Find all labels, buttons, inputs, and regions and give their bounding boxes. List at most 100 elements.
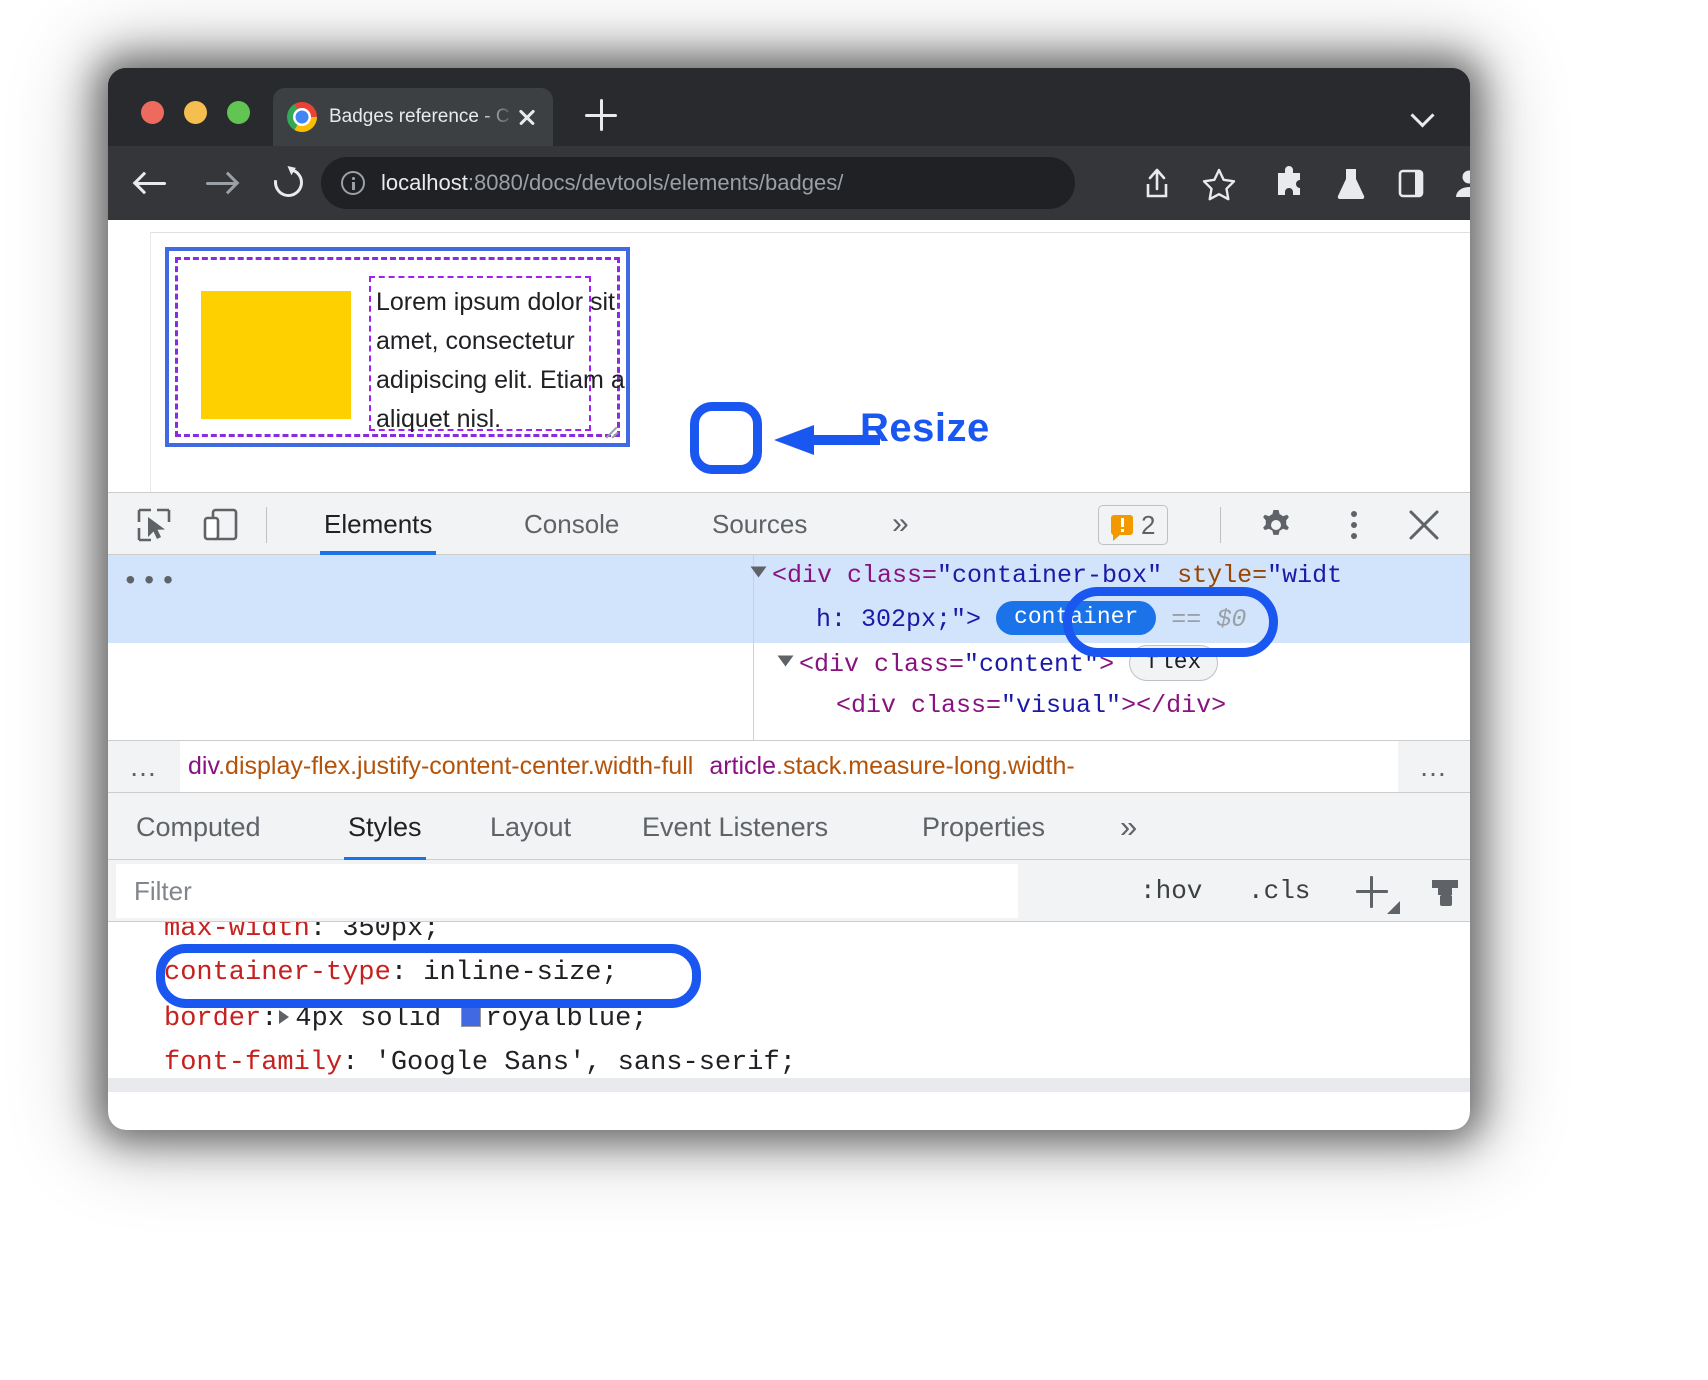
tab-event-listeners-label: Event Listeners xyxy=(642,812,828,843)
tab-console[interactable]: Console xyxy=(520,493,623,555)
inspect-element-icon[interactable] xyxy=(134,505,174,545)
kebab-menu-icon[interactable] xyxy=(1334,505,1374,545)
reload-icon[interactable] xyxy=(268,162,310,204)
more-tabs-label: » xyxy=(892,507,909,541)
toolbar-divider xyxy=(266,507,267,543)
device-toolbar-icon[interactable] xyxy=(200,505,240,545)
filter-input[interactable]: Filter xyxy=(116,864,1018,918)
window-controls xyxy=(141,101,250,124)
dom-gt: > xyxy=(1121,691,1136,720)
tab-layout[interactable]: Layout xyxy=(486,793,575,861)
maximize-window-button[interactable] xyxy=(227,101,250,124)
css-prop-max-width[interactable]: max-width xyxy=(164,922,310,944)
share-icon[interactable] xyxy=(1136,162,1178,204)
flask-icon[interactable] xyxy=(1330,162,1372,204)
css-prop-font-family[interactable]: font-family xyxy=(164,1048,342,1078)
site-info-icon[interactable] xyxy=(341,171,365,195)
dom-equals: == xyxy=(1171,605,1201,634)
css-value-font-family[interactable]: 'Google Sans', sans-serif; xyxy=(375,1048,796,1078)
close-window-button[interactable] xyxy=(141,101,164,124)
tab-console-label: Console xyxy=(524,509,619,540)
resize-handle[interactable] xyxy=(602,421,622,441)
back-arrow-icon[interactable] xyxy=(130,162,172,204)
dom-line-2[interactable]: h: 302px;"> container == $0 xyxy=(816,601,1246,635)
css-declaration-border[interactable]: border:4px solid royalblue; xyxy=(164,1004,647,1034)
css-declaration-font-family[interactable]: font-family: 'Google Sans', sans-serif; xyxy=(164,1048,796,1078)
plus-icon[interactable] xyxy=(1352,871,1394,913)
css-prop-border[interactable]: border xyxy=(164,1004,261,1034)
devtools-toolbar: Elements Console Sources » 2 xyxy=(108,493,1470,555)
container-box-element[interactable]: Lorem ipsum dolor sit amet, consectetur … xyxy=(165,247,630,447)
styles-more-tabs-icon[interactable]: » xyxy=(1116,793,1141,861)
expand-triangle-icon[interactable] xyxy=(279,1010,289,1024)
profile-icon[interactable] xyxy=(1448,162,1470,204)
badge-container[interactable]: container xyxy=(996,601,1156,635)
cls-label: .cls xyxy=(1248,876,1310,906)
new-style-rule-icon[interactable] xyxy=(1424,871,1466,913)
extensions-icon[interactable] xyxy=(1268,162,1310,204)
warning-badge[interactable]: 2 xyxy=(1098,505,1168,545)
css-value-container-type[interactable]: inline-size; xyxy=(423,958,617,988)
new-tab-button[interactable] xyxy=(580,94,622,136)
gear-icon[interactable] xyxy=(1256,505,1296,545)
devtools-panel: Elements Console Sources » 2 xyxy=(108,492,1470,1130)
side-panel-icon[interactable] xyxy=(1390,162,1432,204)
tab-computed[interactable]: Computed xyxy=(132,793,265,861)
page-viewport: Lorem ipsum dolor sit amet, consectetur … xyxy=(108,220,1470,492)
breadcrumb-item-div[interactable]: div.display-flex.justify-content-center.… xyxy=(180,752,701,781)
breadcrumb-overflow-right[interactable]: … xyxy=(1398,741,1470,792)
lorem-text: Lorem ipsum dolor sit amet, consectetur … xyxy=(376,283,676,439)
star-icon[interactable] xyxy=(1198,162,1240,204)
minimize-window-button[interactable] xyxy=(184,101,207,124)
page-left-rule xyxy=(150,232,151,492)
dom-attr-class: "container-box" xyxy=(937,561,1162,590)
breadcrumb-node-article: article xyxy=(709,752,776,780)
warning-icon xyxy=(1111,515,1133,535)
browser-tab[interactable]: Badges reference - Chrome De xyxy=(273,88,553,146)
page-divider xyxy=(150,232,1470,233)
filter-placeholder: Filter xyxy=(134,876,192,907)
css-value-max-width[interactable]: 350px; xyxy=(342,922,439,944)
chevron-down-icon[interactable] xyxy=(1408,96,1442,130)
address-bar[interactable]: localhost:8080/docs/devtools/elements/ba… xyxy=(321,157,1075,209)
close-icon[interactable] xyxy=(1404,505,1444,545)
dom-tag-open: <div class= xyxy=(772,561,937,590)
dom-tag-close: </div> xyxy=(1136,691,1226,720)
more-tabs-icon[interactable]: » xyxy=(888,493,913,555)
tab-sources[interactable]: Sources xyxy=(708,493,811,555)
expand-triangle-icon[interactable] xyxy=(751,567,767,578)
css-prop-container-type[interactable]: container-type xyxy=(164,958,391,988)
dom-tree: ••• <div class="container-box" style="wi… xyxy=(108,555,1470,740)
tab-event-listeners[interactable]: Event Listeners xyxy=(638,793,832,861)
styles-more-tabs-label: » xyxy=(1120,809,1137,845)
badge-flex[interactable]: flex xyxy=(1129,645,1218,681)
tab-title: Badges reference - Chrome De xyxy=(329,106,511,128)
forward-arrow-icon[interactable] xyxy=(200,162,242,204)
dom-attr-class-2: "content" xyxy=(964,650,1099,679)
dom-console-ref: $0 xyxy=(1216,605,1246,634)
close-icon[interactable] xyxy=(515,105,539,129)
tab-styles[interactable]: Styles xyxy=(344,793,426,861)
css-declaration-container-type[interactable]: container-type: inline-size; xyxy=(164,958,618,988)
tab-sources-label: Sources xyxy=(712,509,807,540)
tab-layout-label: Layout xyxy=(490,812,571,843)
dom-line-1[interactable]: <div class="container-box" style="widt xyxy=(753,561,1342,590)
breadcrumb-overflow-left[interactable]: … xyxy=(108,741,180,792)
dom-close-bracket: > xyxy=(1099,650,1114,679)
color-swatch[interactable] xyxy=(461,1007,481,1027)
breadcrumb-item-article[interactable]: article.stack.measure-long.width- xyxy=(701,752,1082,781)
screenshot-root: Badges reference - Chrome De lo xyxy=(0,0,1708,1380)
cls-button[interactable]: .cls xyxy=(1248,860,1310,922)
dom-line-4[interactable]: <div class="visual"></div> xyxy=(836,691,1226,720)
tab-elements[interactable]: Elements xyxy=(320,493,436,555)
css-declaration-max-width[interactable]: max-width: 350px; xyxy=(164,922,439,944)
hov-button[interactable]: :hov xyxy=(1140,860,1202,922)
warning-count: 2 xyxy=(1141,510,1155,541)
dom-style-continued: h: 302px;"> xyxy=(816,605,981,634)
url-path: :8080/docs/devtools/elements/badges/ xyxy=(468,170,843,195)
dom-ellipsis[interactable]: ••• xyxy=(122,567,178,598)
css-value-border-post[interactable]: royalblue; xyxy=(485,1004,647,1034)
expand-triangle-icon[interactable] xyxy=(778,656,794,667)
dom-line-3[interactable]: <div class="content"> flex xyxy=(780,645,1218,681)
tab-properties[interactable]: Properties xyxy=(918,793,1049,861)
